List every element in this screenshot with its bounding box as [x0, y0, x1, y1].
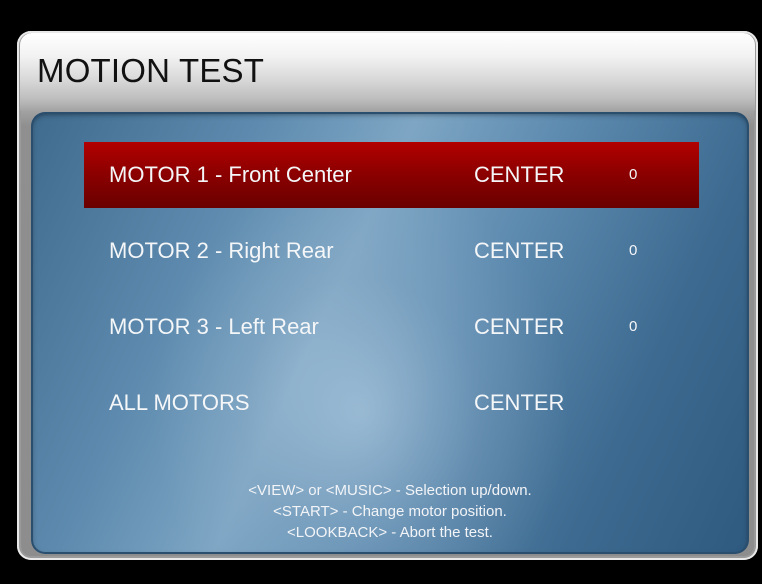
motor-state: CENTER [474, 314, 565, 339]
motor-label: MOTOR 2 - Right Rear [109, 238, 334, 263]
motor-label: MOTOR 1 - Front Center [109, 162, 352, 187]
motor-value: 0 [629, 242, 638, 259]
motor-value: 0 [629, 166, 638, 183]
motor-state: CENTER [474, 238, 565, 263]
motor-state: CENTER [474, 390, 565, 415]
menu-item-motor-2[interactable]: MOTOR 2 - Right Rear CENTER 0 [84, 218, 699, 284]
menu-item-all-motors[interactable]: ALL MOTORS CENTER [84, 370, 699, 436]
motor-label: MOTOR 3 - Left Rear [109, 314, 319, 339]
motor-label: ALL MOTORS [109, 390, 250, 415]
motor-value: 0 [629, 318, 638, 335]
help-text: <VIEW> or <MUSIC> - Selection up/down. <… [31, 480, 749, 543]
menu-item-motor-3[interactable]: MOTOR 3 - Left Rear CENTER 0 [84, 294, 699, 360]
motor-state: CENTER [474, 162, 565, 187]
help-line-lookback: <LOOKBACK> - Abort the test. [287, 524, 493, 541]
help-line-start: <START> - Change motor position. [273, 503, 507, 520]
help-line-selection: <VIEW> or <MUSIC> - Selection up/down. [248, 482, 532, 499]
motion-test-screen: MOTION TEST MOTOR 1 - Front Center CENTE… [0, 0, 762, 584]
page-title: MOTION TEST [37, 52, 265, 89]
menu-item-motor-1[interactable]: MOTOR 1 - Front Center CENTER 0 [84, 142, 699, 208]
